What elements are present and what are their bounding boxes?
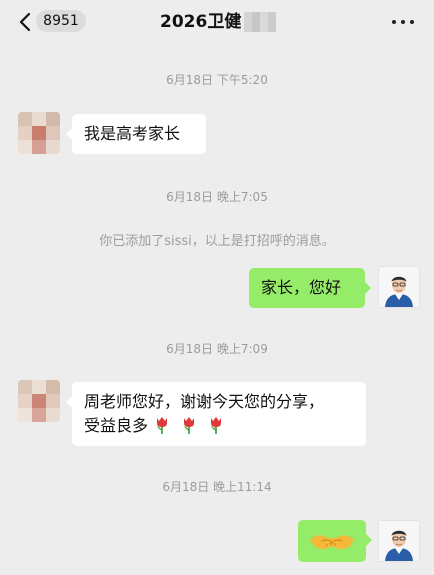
title-mosaic (244, 12, 276, 32)
handshake-icon (310, 535, 354, 549)
avatar[interactable] (378, 266, 420, 308)
more-dots-icon[interactable] (388, 12, 418, 32)
message-text: 我是高考家长 (84, 124, 181, 143)
message-text-line-2: 受益良多 (84, 414, 354, 438)
timestamp: 6月18日 晚上11:14 (162, 480, 272, 494)
message-text: 受益良多 (84, 416, 149, 435)
message-text-line: 周老师您好，谢谢今天您的分享， (84, 392, 325, 411)
tulip-icon (157, 417, 168, 434)
tulip-icon (211, 417, 222, 434)
avatar[interactable] (18, 112, 60, 154)
person-avatar-icon (379, 267, 419, 307)
timestamp: 6月18日 下午5:20 (166, 73, 268, 87)
person-avatar-icon (379, 521, 419, 561)
timestamp: 6月18日 晚上7:09 (166, 342, 268, 356)
message-bubble[interactable]: 我是高考家长 (66, 114, 206, 154)
unread-count-badge[interactable]: 8951 (36, 10, 86, 32)
avatar[interactable] (18, 380, 60, 422)
system-message: 你已添加了sissi，以上是打招呼的消息。 (99, 234, 335, 249)
chat-header: 8951 2026卫健 (0, 0, 434, 44)
chat-title: 2026卫健 (160, 12, 242, 32)
avatar[interactable] (378, 520, 420, 562)
tulip-icon (184, 417, 195, 434)
timestamp: 6月18日 晚上7:05 (166, 190, 268, 204)
chevron-left-icon[interactable] (16, 12, 36, 32)
message-bubble[interactable]: 家长，您好 (249, 268, 371, 308)
message-bubble[interactable]: 周老师您好，谢谢今天您的分享， 受益良多 (66, 382, 366, 446)
message-text: 家长，您好 (261, 278, 342, 297)
message-bubble[interactable] (298, 520, 372, 562)
